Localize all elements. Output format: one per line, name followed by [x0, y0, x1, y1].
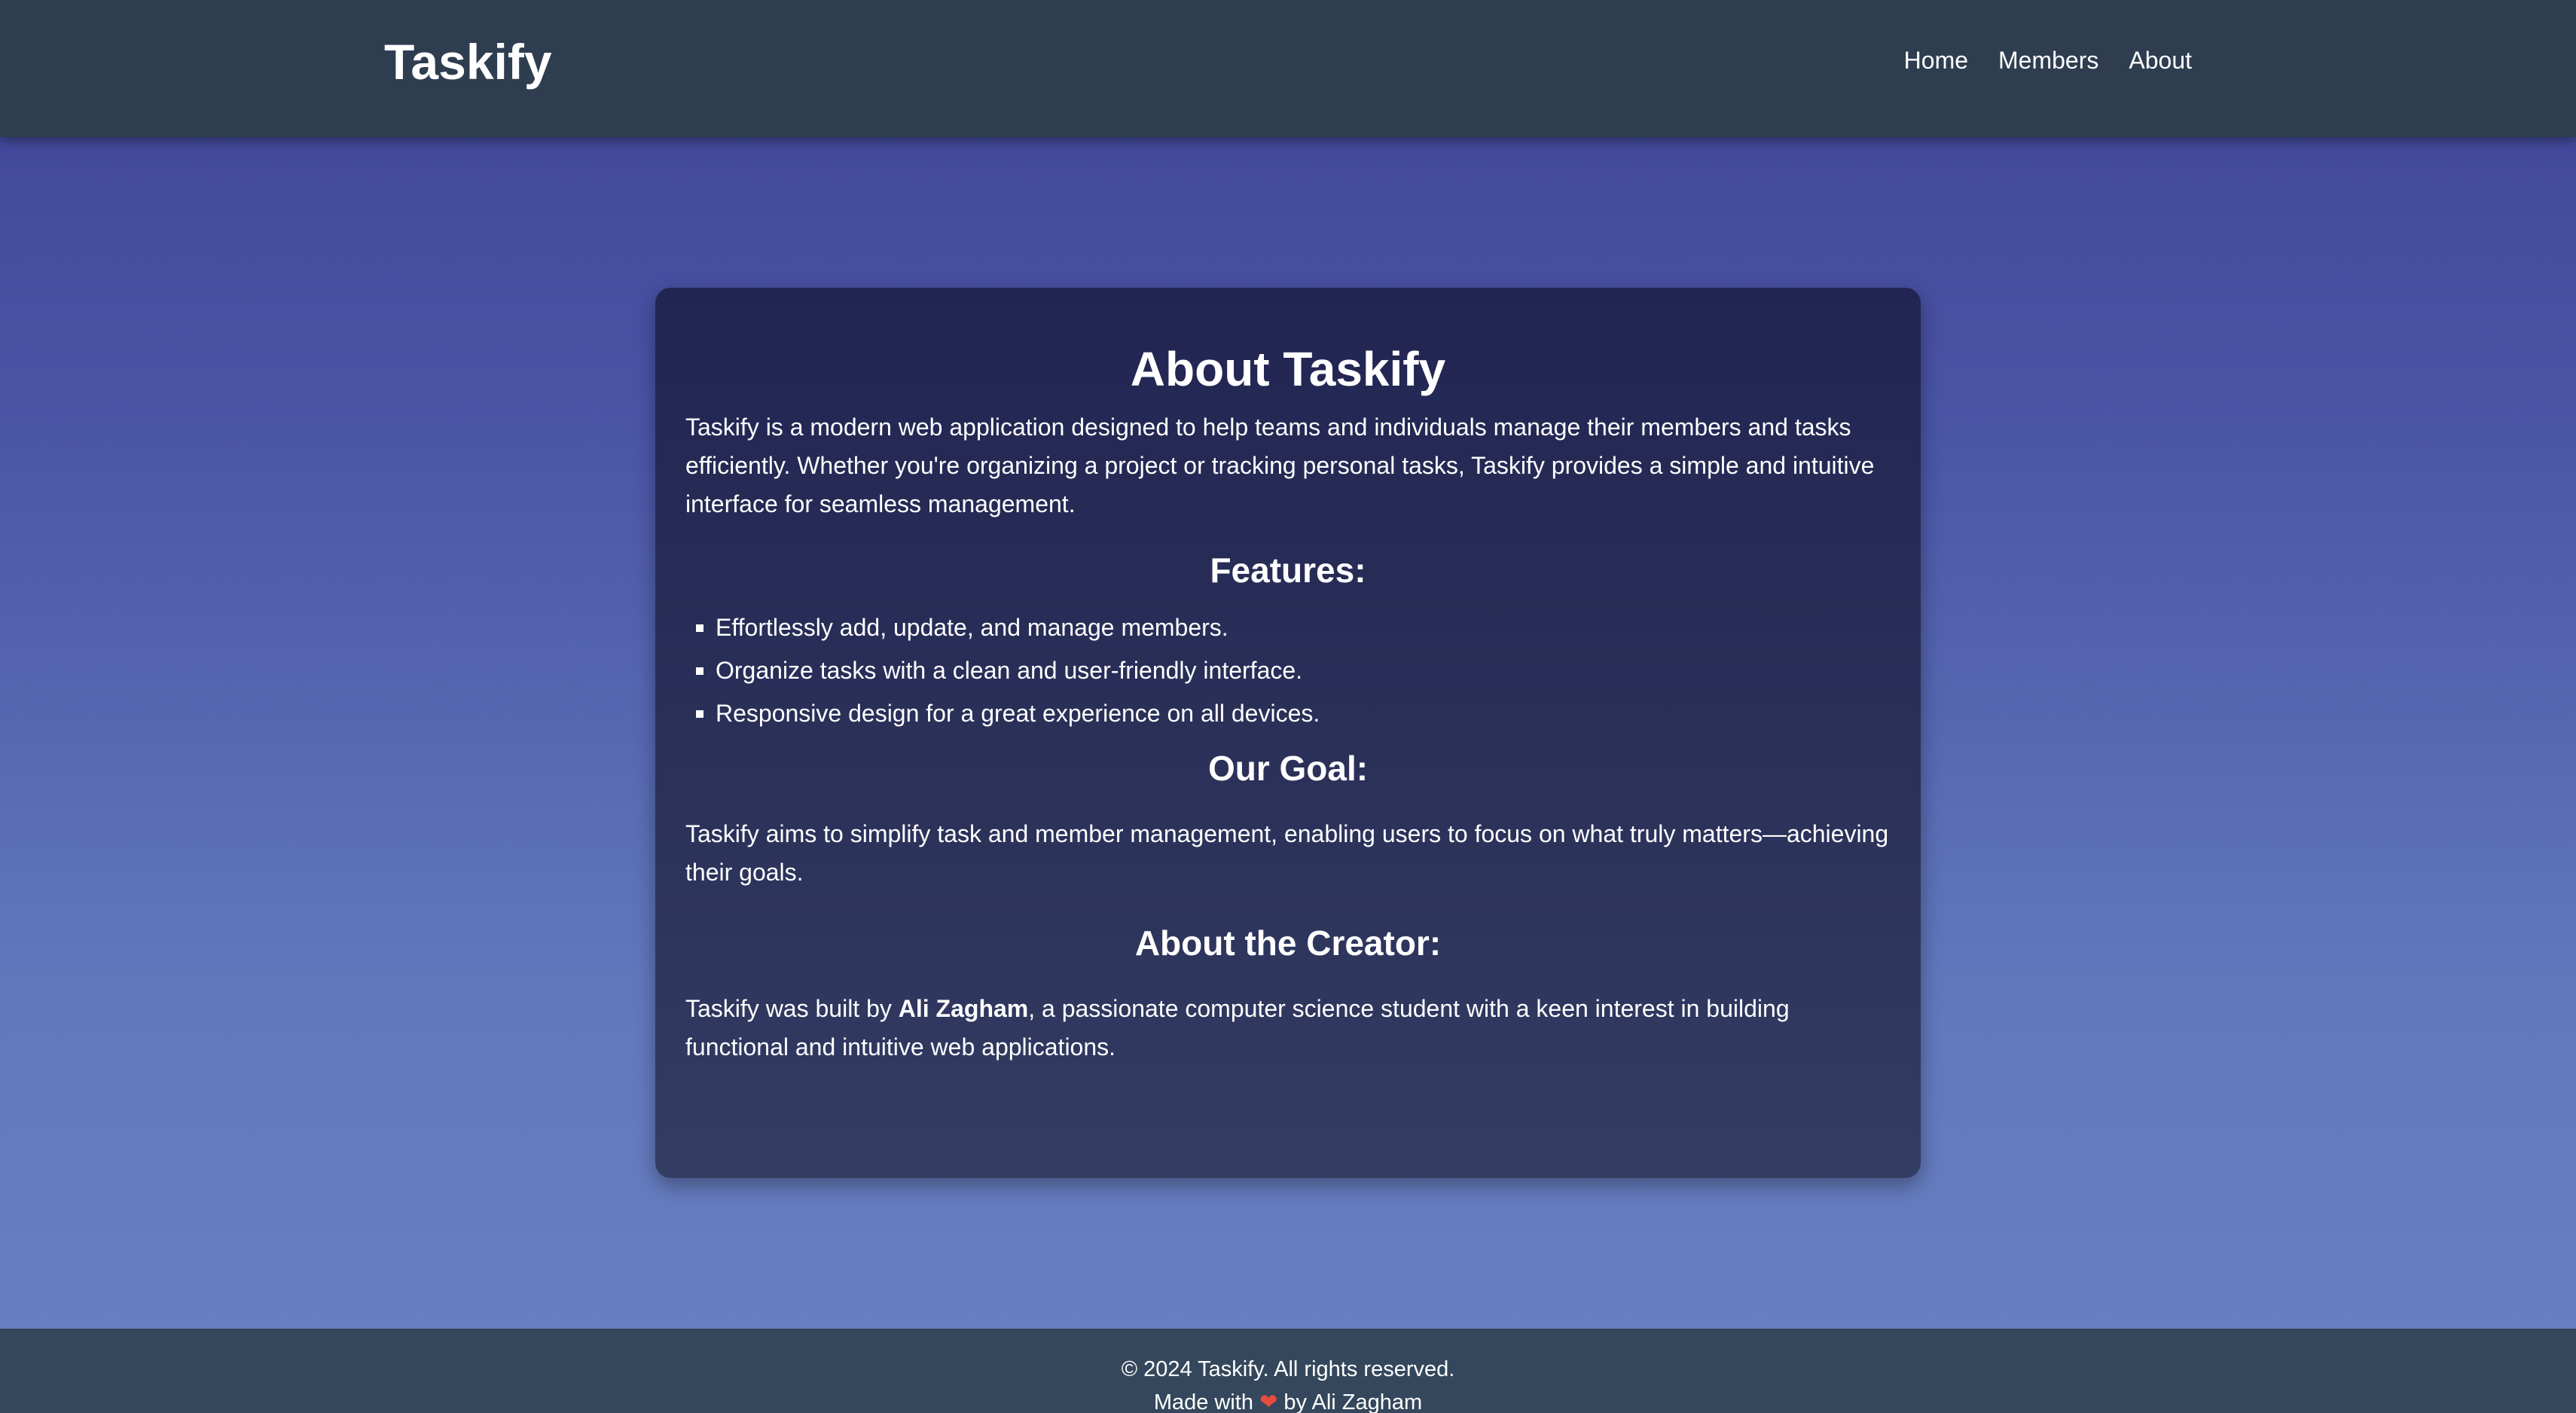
features-heading: Features: — [1210, 551, 1366, 590]
heart-icon: ❤ — [1259, 1390, 1278, 1413]
square-bullet-icon — [696, 710, 704, 718]
creator-prefix: Taskify was built by — [685, 995, 899, 1022]
feature-item-text: Responsive design for a great experience… — [716, 700, 1320, 727]
creator-heading: About the Creator: — [1134, 923, 1442, 963]
footer-copyright: © 2024 Taskify. All rights reserved. — [1121, 1357, 1455, 1381]
nav-about-link[interactable]: About — [2129, 42, 2192, 78]
page-title: About Taskify — [1130, 342, 1446, 396]
square-bullet-icon — [696, 624, 704, 632]
feature-item: Effortlessly add, update, and manage mem… — [685, 606, 1891, 649]
goal-paragraph: Taskify aims to simplify task and member… — [685, 820, 1889, 886]
square-bullet-icon — [696, 667, 704, 675]
features-list: Effortlessly add, update, and manage mem… — [685, 606, 1891, 735]
feature-item: Responsive design for a great experience… — [685, 692, 1891, 735]
nav-home-link[interactable]: Home — [1904, 42, 1968, 78]
feature-item-text: Organize tasks with a clean and user-fri… — [716, 657, 1303, 684]
feature-item-text: Effortlessly add, update, and manage mem… — [716, 614, 1228, 641]
goal-heading: Our Goal: — [1207, 749, 1369, 788]
site-footer: © 2024 Taskify. All rights reserved. Mad… — [0, 1329, 2576, 1413]
nav-members-link[interactable]: Members — [1998, 42, 2098, 78]
creator-paragraph: Taskify was built by Ali Zagham, a passi… — [685, 990, 1891, 1067]
intro-paragraph: Taskify is a modern web application desi… — [685, 414, 1875, 517]
made-with-label: Made with — [1153, 1390, 1253, 1413]
brand-logo[interactable]: Taskify — [384, 29, 552, 95]
site-header: Taskify Home Members About — [0, 0, 2576, 137]
creator-name: Ali Zagham — [898, 995, 1029, 1022]
credit-author: by Ali Zagham — [1283, 1390, 1423, 1413]
main-nav: Home Members About — [1904, 42, 2192, 78]
about-card: About Taskify Taskify is a modern web ap… — [655, 288, 1921, 1178]
feature-item: Organize tasks with a clean and user-fri… — [685, 649, 1891, 692]
footer-credit: Made with ❤ by Ali Zagham — [0, 1389, 2576, 1413]
